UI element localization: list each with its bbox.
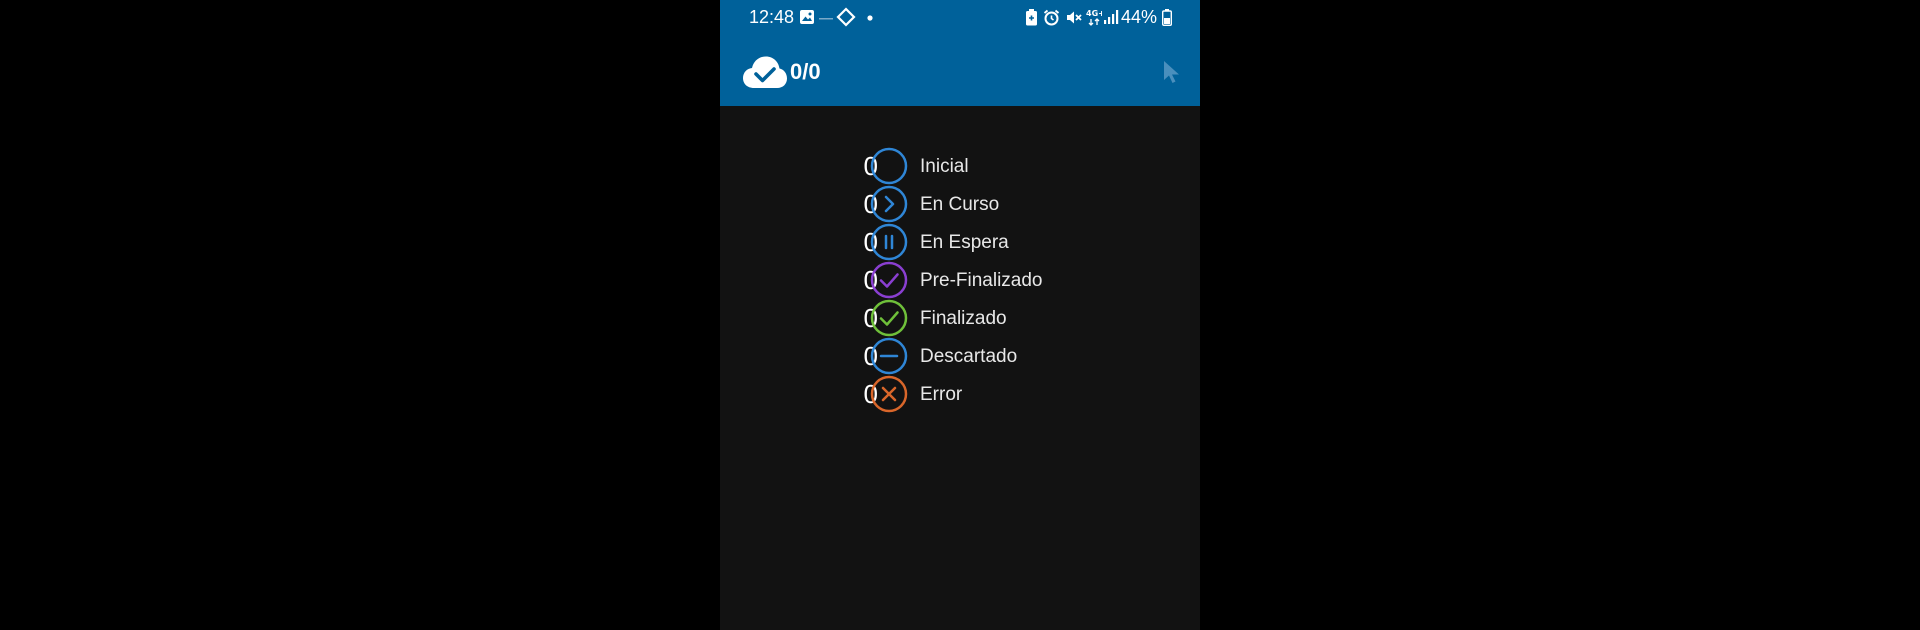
cloud-check-icon[interactable]: [742, 55, 788, 89]
dash-icon: [819, 18, 833, 20]
status-label: Error: [920, 384, 963, 405]
battery-icon: [1162, 9, 1172, 26]
pause-icon: [870, 223, 908, 261]
status-row-en-espera[interactable]: 0 En Espera: [720, 223, 1200, 261]
battery-saver-icon: [1026, 9, 1037, 26]
alarm-icon: [1043, 9, 1060, 26]
status-label: Pre-Finalizado: [920, 270, 1043, 291]
status-label: En Espera: [920, 232, 1009, 253]
signal-icon: [1104, 10, 1119, 24]
phone-screen: 12:48 4G+ 44% 0/0 0 Inicial 0 En Curso 0…: [720, 0, 1200, 630]
status-row-descartado[interactable]: 0 Descartado: [720, 337, 1200, 375]
status-bar: 12:48 4G+ 44%: [720, 0, 1200, 36]
check-icon: [870, 299, 908, 337]
status-row-pre-finalizado[interactable]: 0 Pre-Finalizado: [720, 261, 1200, 299]
dot-icon: [867, 15, 873, 21]
pointer-icon[interactable]: [1162, 60, 1182, 84]
circle-icon: [870, 147, 908, 185]
diamond-icon: [836, 7, 856, 27]
close-icon: [870, 375, 908, 413]
status-row-inicial[interactable]: 0 Inicial: [720, 147, 1200, 185]
status-row-en-curso[interactable]: 0 En Curso: [720, 185, 1200, 223]
status-label: En Curso: [920, 194, 1000, 215]
chevron-right-icon: [870, 185, 908, 223]
status-time: 12:48: [749, 7, 795, 27]
gallery-icon: [800, 10, 814, 24]
minus-icon: [870, 337, 908, 375]
check-icon: [870, 261, 908, 299]
battery-percent: 44%: [1121, 7, 1158, 27]
network-label: 4G+: [1086, 9, 1102, 18]
status-label: Inicial: [920, 156, 969, 177]
status-label: Descartado: [920, 346, 1018, 367]
mute-icon: [1067, 11, 1082, 24]
status-row-finalizado[interactable]: 0 Finalizado: [720, 299, 1200, 337]
status-label: Finalizado: [920, 308, 1007, 329]
sync-count: 0/0: [790, 59, 821, 84]
status-row-error[interactable]: 0 Error: [720, 375, 1200, 413]
network-4g-icon: 4G+: [1086, 9, 1102, 26]
app-bar: 12:48 4G+ 44% 0/0: [720, 0, 1200, 106]
